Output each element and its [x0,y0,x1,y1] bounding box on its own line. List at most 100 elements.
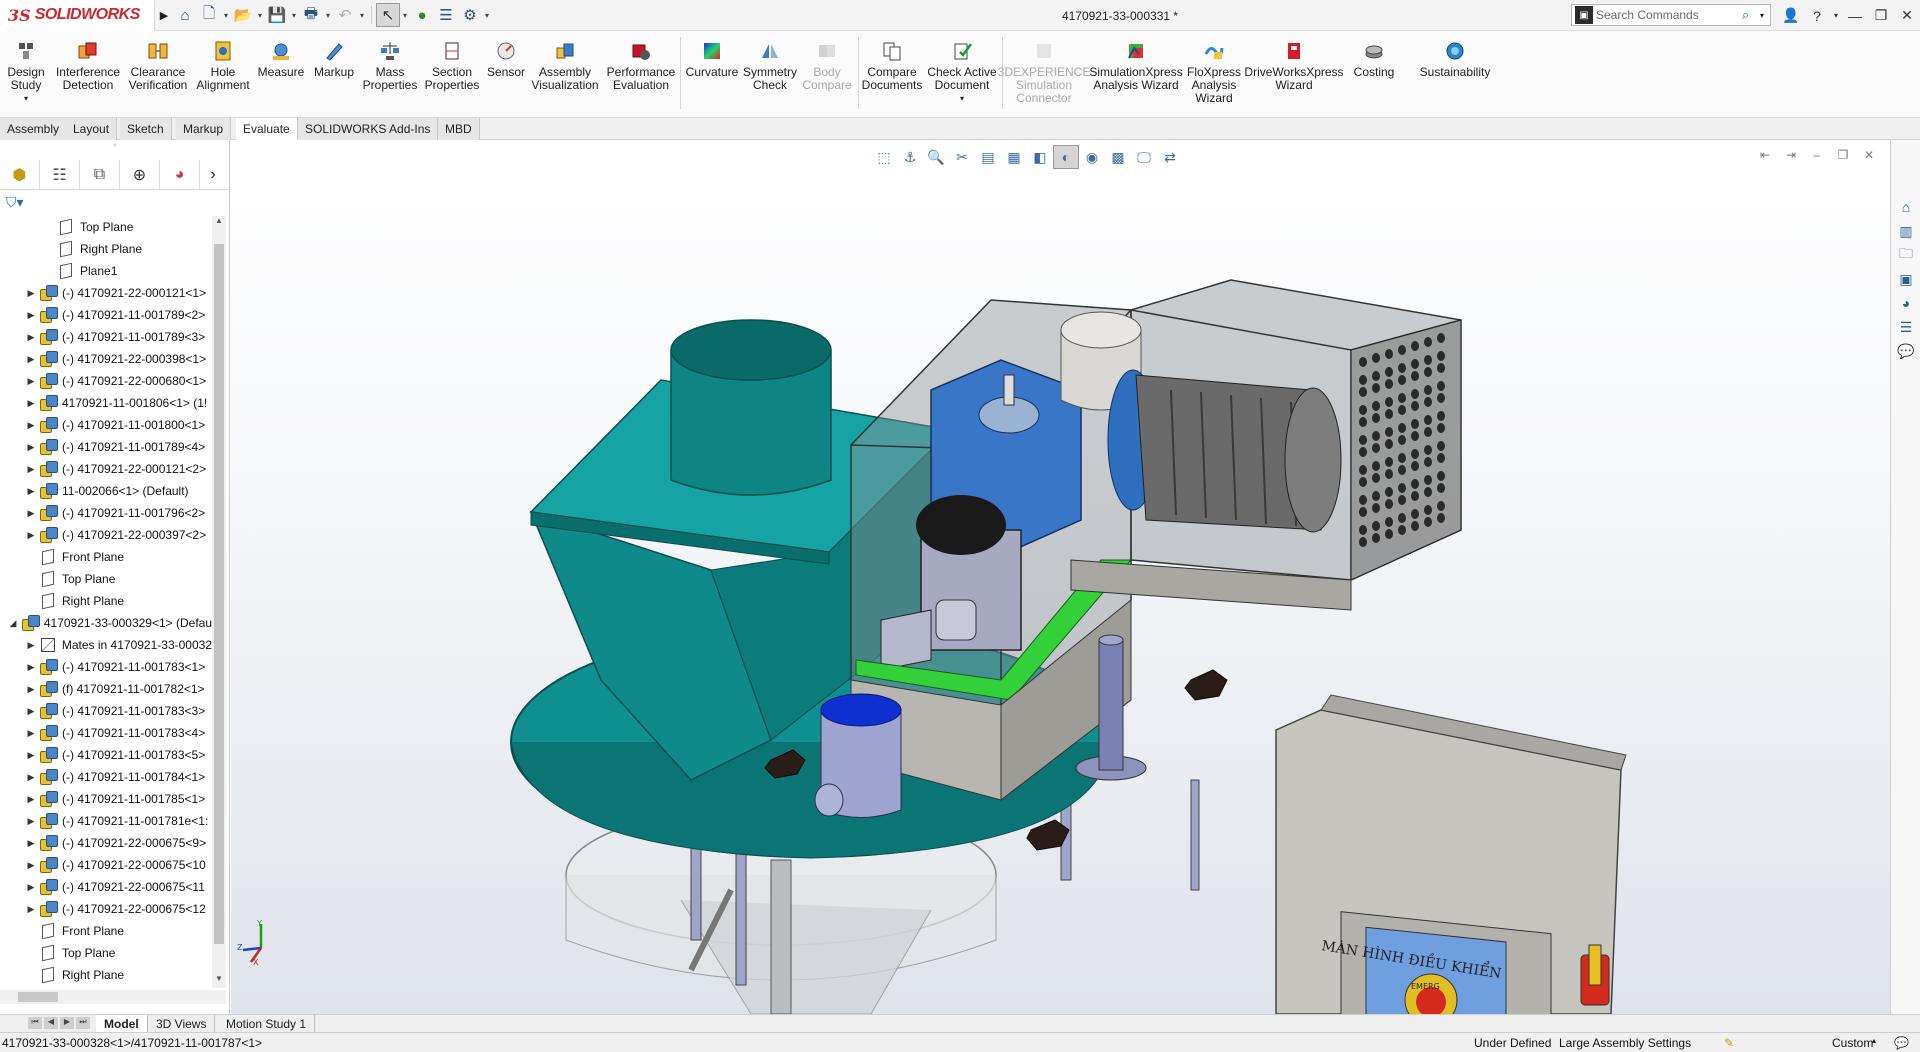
expand-arrow-icon[interactable]: ▶ [24,486,38,497]
view-orientation-icon[interactable]: ▦ [1001,145,1027,169]
tab-assembly[interactable]: Assembly [0,118,68,140]
tile-right-icon[interactable]: ⇥ [1778,146,1804,164]
tree-row[interactable]: ▶ (-) 4170921-11-001781e<1: [0,810,212,832]
viewport-close-icon[interactable]: ✕ [1856,146,1882,164]
expand-arrow-icon[interactable]: ▶ [24,794,38,805]
next-tab-icon[interactable]: ▶ [60,1017,74,1029]
tab-3d-views[interactable]: 3D Views [148,1015,216,1033]
tree-row[interactable]: ▶ (-) 4170921-22-000397<2> [0,524,212,546]
tree-row[interactable]: Top Plane [0,568,212,590]
costing-button[interactable]: Costing [1348,35,1400,115]
expand-arrow-icon[interactable]: ▶ [24,904,38,915]
tree-row[interactable]: ▶ (-) 4170921-11-001783<3> [0,700,212,722]
tree-row[interactable]: ▶ (-) 4170921-11-001789<3> [0,326,212,348]
display-manager-tab-icon[interactable]: ◕ [160,160,200,190]
menu-expand-arrow-icon[interactable]: ▶ [155,0,173,31]
status-units[interactable]: Custom [1832,1036,1873,1050]
tree-vertical-scrollbar[interactable]: ▲ ▼ [212,216,226,988]
mass-properties-button[interactable]: Mass Properties [362,35,418,115]
filter-icon[interactable]: ⛉▾ [6,194,30,214]
tree-row[interactable]: Front Plane [0,920,212,942]
search-dropdown-icon[interactable]: ▾ [1760,11,1770,20]
tree-row[interactable]: ▶ (-) 4170921-22-000680<1> [0,370,212,392]
scrollbar-thumb[interactable] [214,244,224,944]
dropdown-arrow-icon[interactable]: ▾ [960,92,964,105]
configuration-manager-tab-icon[interactable]: ⧉ [80,160,120,190]
performance-evaluation-button[interactable]: Performance Evaluation [604,35,678,115]
markup-button[interactable]: Markup [310,35,358,115]
file-explorer-icon[interactable]: 🗀 [1895,244,1917,266]
driveworksxpress-button[interactable]: DriveWorksXpress Wizard [1244,35,1344,115]
feature-manager-tab-icon[interactable]: ⬢ [0,160,40,190]
tree-row[interactable]: ▶ (-) 4170921-11-001784<1> [0,766,212,788]
forum-icon[interactable]: 💬 [1895,340,1917,362]
expand-arrow-icon[interactable]: ▶ [24,860,38,871]
expand-arrow-icon[interactable]: ▶ [24,332,38,343]
panel-grip[interactable]: ◦ [0,140,230,160]
sensor-button[interactable]: Sensor [484,35,528,115]
expand-arrow-icon[interactable]: ▶ [24,882,38,893]
body-compare-button[interactable]: Body Compare [800,35,854,115]
expand-arrow-icon[interactable]: ▶ [24,684,38,695]
floxpress-button[interactable]: FloXpress Analysis Wizard [1186,35,1242,115]
solidworks-logo[interactable]: 3S SOLIDWORKS [0,0,155,31]
collapse-arrow-icon[interactable]: ◢ [6,618,20,629]
previous-tab-icon[interactable]: ◀ [44,1017,58,1029]
interference-detection-button[interactable]: Interference Detection [54,35,122,115]
tree-horizontal-scrollbar[interactable] [0,990,226,1004]
tree-row[interactable]: ▶ (-) 4170921-11-001783<5> [0,744,212,766]
units-dropdown-icon[interactable]: ▴ [1872,1036,1876,1045]
search-icon[interactable]: ⌕ [1742,7,1760,23]
section-properties-button[interactable]: Section Properties [422,35,482,115]
open-dropdown-icon[interactable]: ▾ [255,11,265,20]
previous-view-icon[interactable]: 🔍 [923,145,949,169]
select-dropdown-icon[interactable]: ▾ [400,11,410,20]
expand-arrow-icon[interactable]: ▶ [24,288,38,299]
solidworks-resources-icon[interactable]: ⌂ [1895,196,1917,218]
assembly-visualization-button[interactable]: Assembly Visualization [530,35,600,115]
tree-row[interactable]: Right Plane [0,238,212,260]
viewport-restore-icon[interactable]: ❐ [1830,146,1856,164]
zoom-to-fit-icon[interactable]: ⬚ [871,145,897,169]
graphics-area[interactable]: MÀN HÌNH ĐIỀU KHIỂN EMERG ⬚ ⚓ 🔍 ✂ ▤ ▦ ◧ … [231,140,1890,1014]
scroll-down-icon[interactable]: ▼ [212,974,226,988]
search-input[interactable]: Search Commands [1596,8,1742,22]
tab-solidworks-add-ins[interactable]: SOLIDWORKS Add-Ins [298,118,439,140]
tab-markup[interactable]: Markup [176,118,232,140]
tree-row[interactable]: Plane1 [0,260,212,282]
tile-left-icon[interactable]: ⇤ [1752,146,1778,164]
display-pane-icon[interactable]: ⇄ [1157,145,1183,169]
save-dropdown-icon[interactable]: ▾ [289,11,299,20]
expand-arrow-icon[interactable]: ▶ [24,816,38,827]
expand-arrow-icon[interactable]: ▶ [24,750,38,761]
expand-arrow-icon[interactable]: ▶ [24,354,38,365]
view-palette-icon[interactable]: ▣ [1895,268,1917,290]
print-dropdown-icon[interactable]: ▾ [323,11,333,20]
tree-row[interactable]: ▶ (-) 4170921-11-001783<1> [0,656,212,678]
tree-row[interactable]: ▶ Mates in 4170921-33-00032 [0,634,212,656]
tree-row[interactable]: Top Plane [0,216,212,238]
expand-arrow-icon[interactable]: ▶ [24,706,38,717]
expand-arrow-icon[interactable]: ▶ [24,508,38,519]
more-tabs-chevron-icon[interactable]: › [200,160,226,190]
undo-dropdown-icon[interactable]: ▾ [357,11,367,20]
tree-row[interactable]: Right Plane [0,590,212,612]
tree-row[interactable]: ▶ (-) 4170921-22-000675<11 [0,876,212,898]
dropdown-arrow-icon[interactable]: ▾ [24,92,28,105]
custom-properties-icon[interactable]: ☰ [1895,316,1917,338]
dynamic-annotation-icon[interactable]: ▤ [975,145,1001,169]
rebuild-traffic-light-icon[interactable]: ● [410,3,434,27]
curvature-button[interactable]: Curvature [684,35,740,115]
last-tab-icon[interactable]: ⏭ [76,1017,90,1029]
viewport-minimize-icon[interactable]: – [1804,146,1830,164]
sustainability-button[interactable]: Sustainability [1412,35,1498,115]
view-settings-icon[interactable]: 🖵 [1131,145,1157,169]
help-icon[interactable]: ? [1804,0,1830,31]
expand-arrow-icon[interactable]: ▶ [24,376,38,387]
scroll-up-icon[interactable]: ▲ [212,216,226,230]
search-commands-box[interactable]: ▣ Search Commands ⌕ ▾ [1571,4,1771,26]
expand-arrow-icon[interactable]: ▶ [24,398,38,409]
tree-row[interactable]: ▶ (-) 4170921-22-000121<1> [0,282,212,304]
measure-button[interactable]: Measure [256,35,306,115]
tree-row[interactable]: ▶ (-) 4170921-22-000675<12 [0,898,212,920]
